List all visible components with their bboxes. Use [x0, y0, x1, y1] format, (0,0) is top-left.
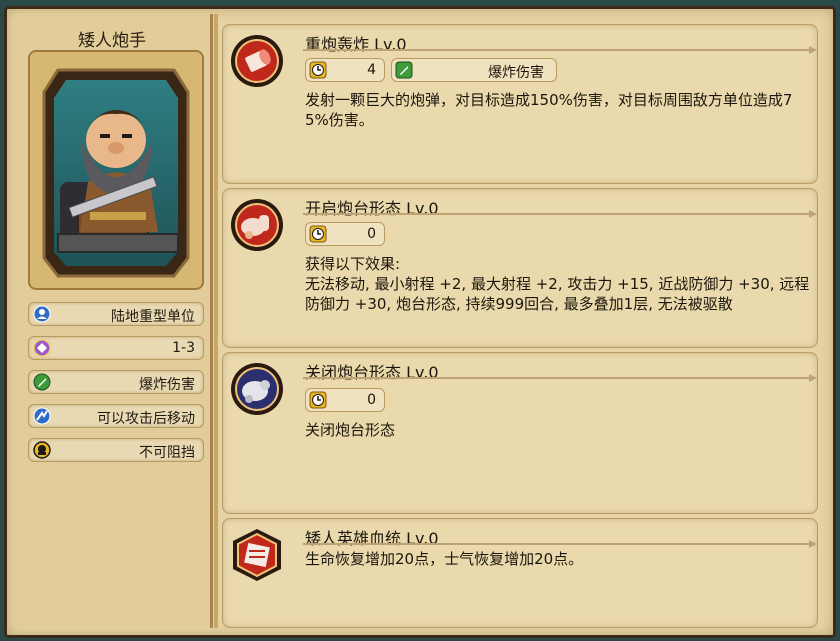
fist-open-icon: [231, 199, 283, 251]
tag-range: 1-3: [28, 336, 204, 360]
clock-icon: [309, 225, 327, 243]
tag-damage-type-label: 爆炸伤害: [139, 377, 195, 393]
cannon-shell-icon: [231, 35, 283, 87]
skill-card-dwarf-bloodline[interactable]: 矮人英雄血统 Lv.0 生命恢复增加20点，士气恢复增加20点。: [222, 518, 818, 628]
cooldown-pill: 4: [305, 58, 385, 82]
cooldown-value: 4: [367, 62, 376, 78]
title-divider: [303, 210, 817, 218]
sword-icon: [395, 61, 413, 79]
skill-title: 关闭炮台形态 Lv.0: [305, 363, 439, 382]
dwarf-gunner-portrait-icon: [42, 68, 190, 278]
tag-range-label: 1-3: [172, 340, 195, 356]
tag-damage-type: 爆炸伤害: [28, 370, 204, 394]
skill-title: 重炮轰炸 Lv.0: [305, 35, 407, 54]
tag-move-after-attack-label: 可以攻击后移动: [97, 411, 195, 427]
cooldown-pill: 0: [305, 388, 385, 412]
cooldown-value: 0: [367, 392, 376, 408]
cooldown-value: 0: [367, 226, 376, 242]
clock-icon: [309, 61, 327, 79]
damage-type-label: 爆炸伤害: [488, 65, 544, 81]
damage-type-pill: 爆炸伤害: [391, 58, 557, 82]
clock-icon: [309, 391, 327, 409]
skill-card-open-turret[interactable]: 开启炮台形态 Lv.0 0 获得以下效果: 无法移动, 最小射程 +2, 最大射…: [222, 188, 818, 348]
skill-description: 发射一颗巨大的炮弹，对目标造成150%伤害，对目标周围敌方单位造成75%伤害。: [305, 91, 793, 129]
range-diamond-icon: [33, 339, 51, 357]
tag-unit-type: 陆地重型单位: [28, 302, 204, 326]
tag-move-after-attack: 可以攻击后移动: [28, 404, 204, 428]
tag-unstoppable: 不可阻挡: [28, 438, 204, 462]
person-icon: [33, 305, 51, 323]
cooldown-pill: 0: [305, 222, 385, 246]
skill-description: 获得以下效果: 无法移动, 最小射程 +2, 最大射程 +2, 攻击力 +15,…: [305, 255, 810, 313]
sword-icon: [33, 373, 51, 391]
skill-card-close-turret[interactable]: 关闭炮台形态 Lv.0 0 关闭炮台形态: [222, 352, 818, 514]
skill-card-heavy-bombard[interactable]: 重炮轰炸 Lv.0 4 爆炸伤害 发射一颗巨大的炮弹，对目标造成150%伤害，对…: [222, 24, 818, 184]
skill-title: 矮人英雄血统 Lv.0: [305, 529, 439, 548]
tag-unit-type-label: 陆地重型单位: [111, 309, 195, 325]
move-after-attack-icon: [33, 407, 51, 425]
unstoppable-icon: [33, 441, 51, 459]
fist-closed-icon: [231, 363, 283, 415]
unit-portrait: [28, 50, 204, 290]
tag-unstoppable-label: 不可阻挡: [139, 445, 195, 461]
title-divider: [303, 46, 817, 54]
column-divider: [214, 14, 218, 628]
bloodline-emblem-icon: [233, 529, 281, 581]
skill-title: 开启炮台形态 Lv.0: [305, 199, 439, 218]
title-divider: [303, 540, 817, 548]
title-divider: [303, 374, 817, 382]
unit-info-column: 矮人炮手 陆地重型单位 1-3 爆炸伤害 可以攻击后移动 不可阻挡: [14, 14, 213, 628]
skill-description: 生命恢复增加20点，士气恢复增加20点。: [305, 550, 584, 568]
skill-description: 关闭炮台形态: [305, 421, 396, 439]
unit-name: 矮人炮手: [78, 31, 146, 51]
